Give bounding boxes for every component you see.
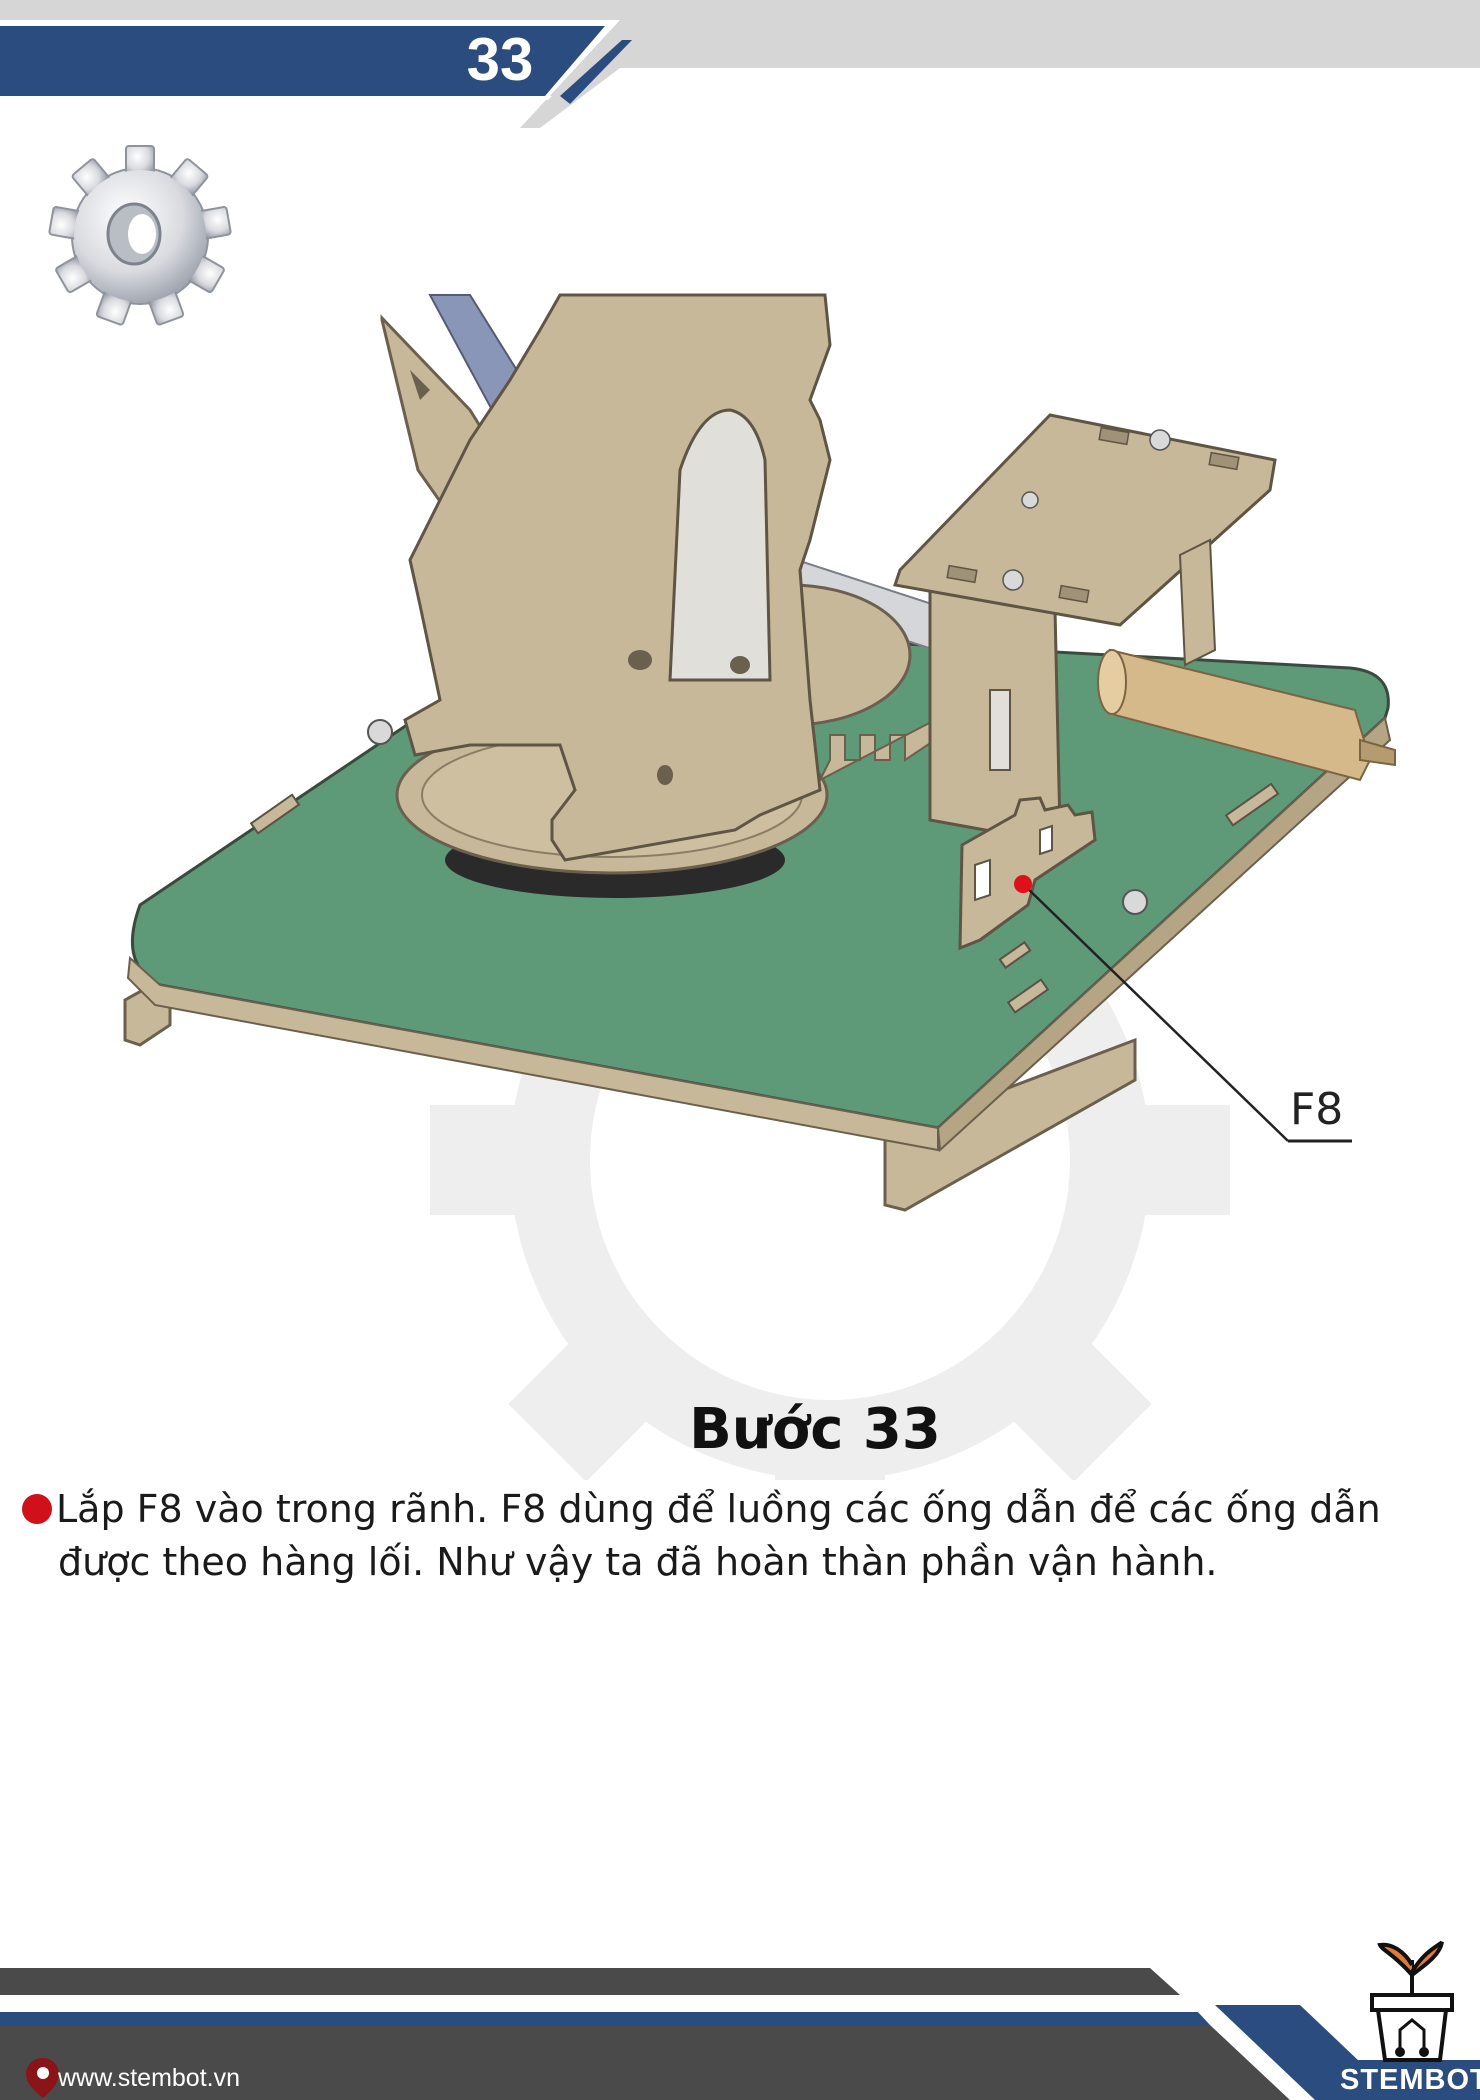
brand-name: STEMBOT (1340, 2064, 1480, 2096)
plant-pot-logo-icon (1370, 1940, 1454, 2062)
